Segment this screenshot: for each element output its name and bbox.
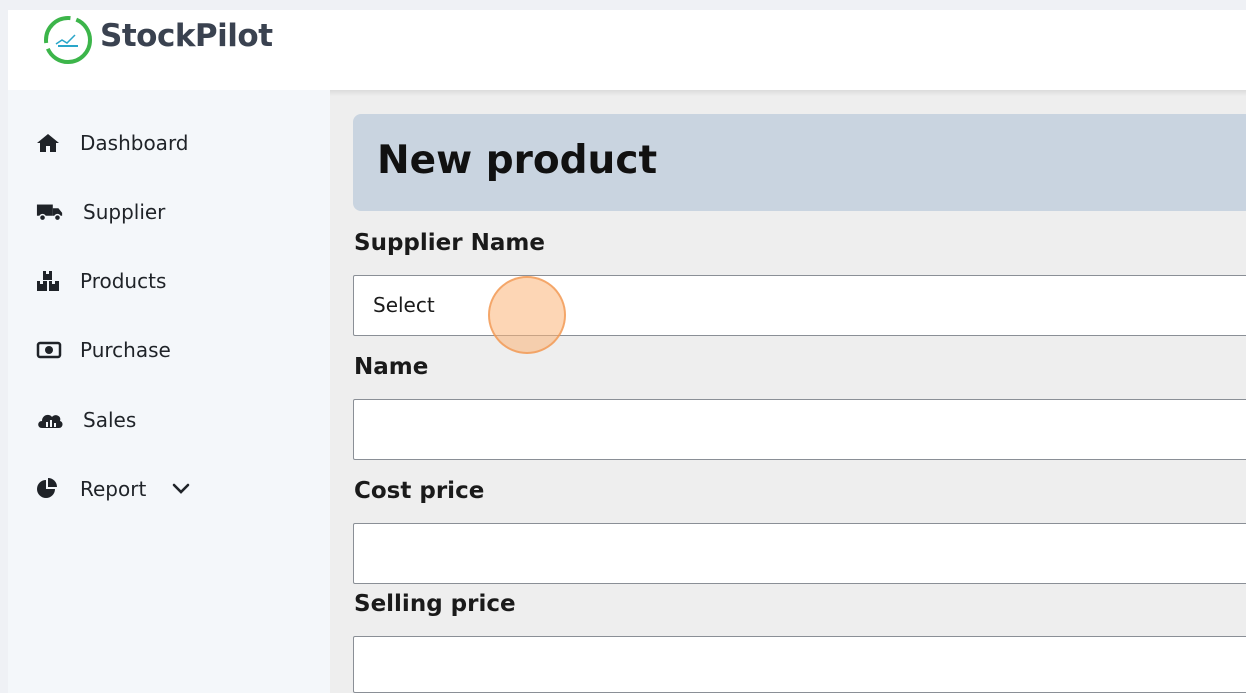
stockpilot-logo[interactable]	[42, 14, 94, 66]
selling-price-label: Selling price	[354, 591, 516, 617]
sidebar-item-label: Sales	[83, 408, 137, 432]
sidebar-item-products[interactable]: Products	[36, 264, 166, 298]
boxes-icon	[36, 270, 64, 292]
sidebar-item-supplier[interactable]: Supplier	[36, 195, 165, 229]
sidebar-item-sales[interactable]: Sales	[36, 403, 136, 437]
sidebar-item-label: Dashboard	[80, 131, 189, 155]
sidebar-item-label: Products	[80, 269, 167, 293]
brand-name[interactable]: StockPilot	[100, 18, 273, 54]
pie-chart-icon	[36, 478, 64, 500]
home-icon	[36, 132, 64, 154]
cost-price-label: Cost price	[354, 478, 485, 504]
sidebar-item-label: Report	[80, 477, 147, 501]
sidebar-item-label: Purchase	[80, 338, 171, 362]
name-input[interactable]	[353, 399, 1246, 460]
page-title-banner: New product	[353, 114, 1246, 211]
cost-price-input[interactable]	[353, 523, 1246, 584]
name-label: Name	[354, 354, 429, 380]
selling-price-input[interactable]	[353, 636, 1246, 693]
sidebar-item-dashboard[interactable]: Dashboard	[36, 126, 189, 160]
truck-icon	[36, 201, 64, 223]
sidebar-item-label: Supplier	[83, 200, 166, 224]
cloud-chart-icon	[36, 409, 64, 431]
header-shadow	[330, 90, 1246, 96]
sidebar	[8, 90, 330, 693]
page-title: New product	[377, 138, 658, 183]
sidebar-item-report[interactable]: Report	[36, 472, 190, 506]
sidebar-item-purchase[interactable]: Purchase	[36, 333, 171, 367]
supplier-select-value: Select	[373, 293, 435, 317]
money-bill-icon	[36, 339, 64, 361]
chevron-down-icon[interactable]	[172, 483, 190, 495]
supplier-name-label: Supplier Name	[354, 230, 545, 256]
supplier-select[interactable]: Select	[353, 275, 1246, 336]
